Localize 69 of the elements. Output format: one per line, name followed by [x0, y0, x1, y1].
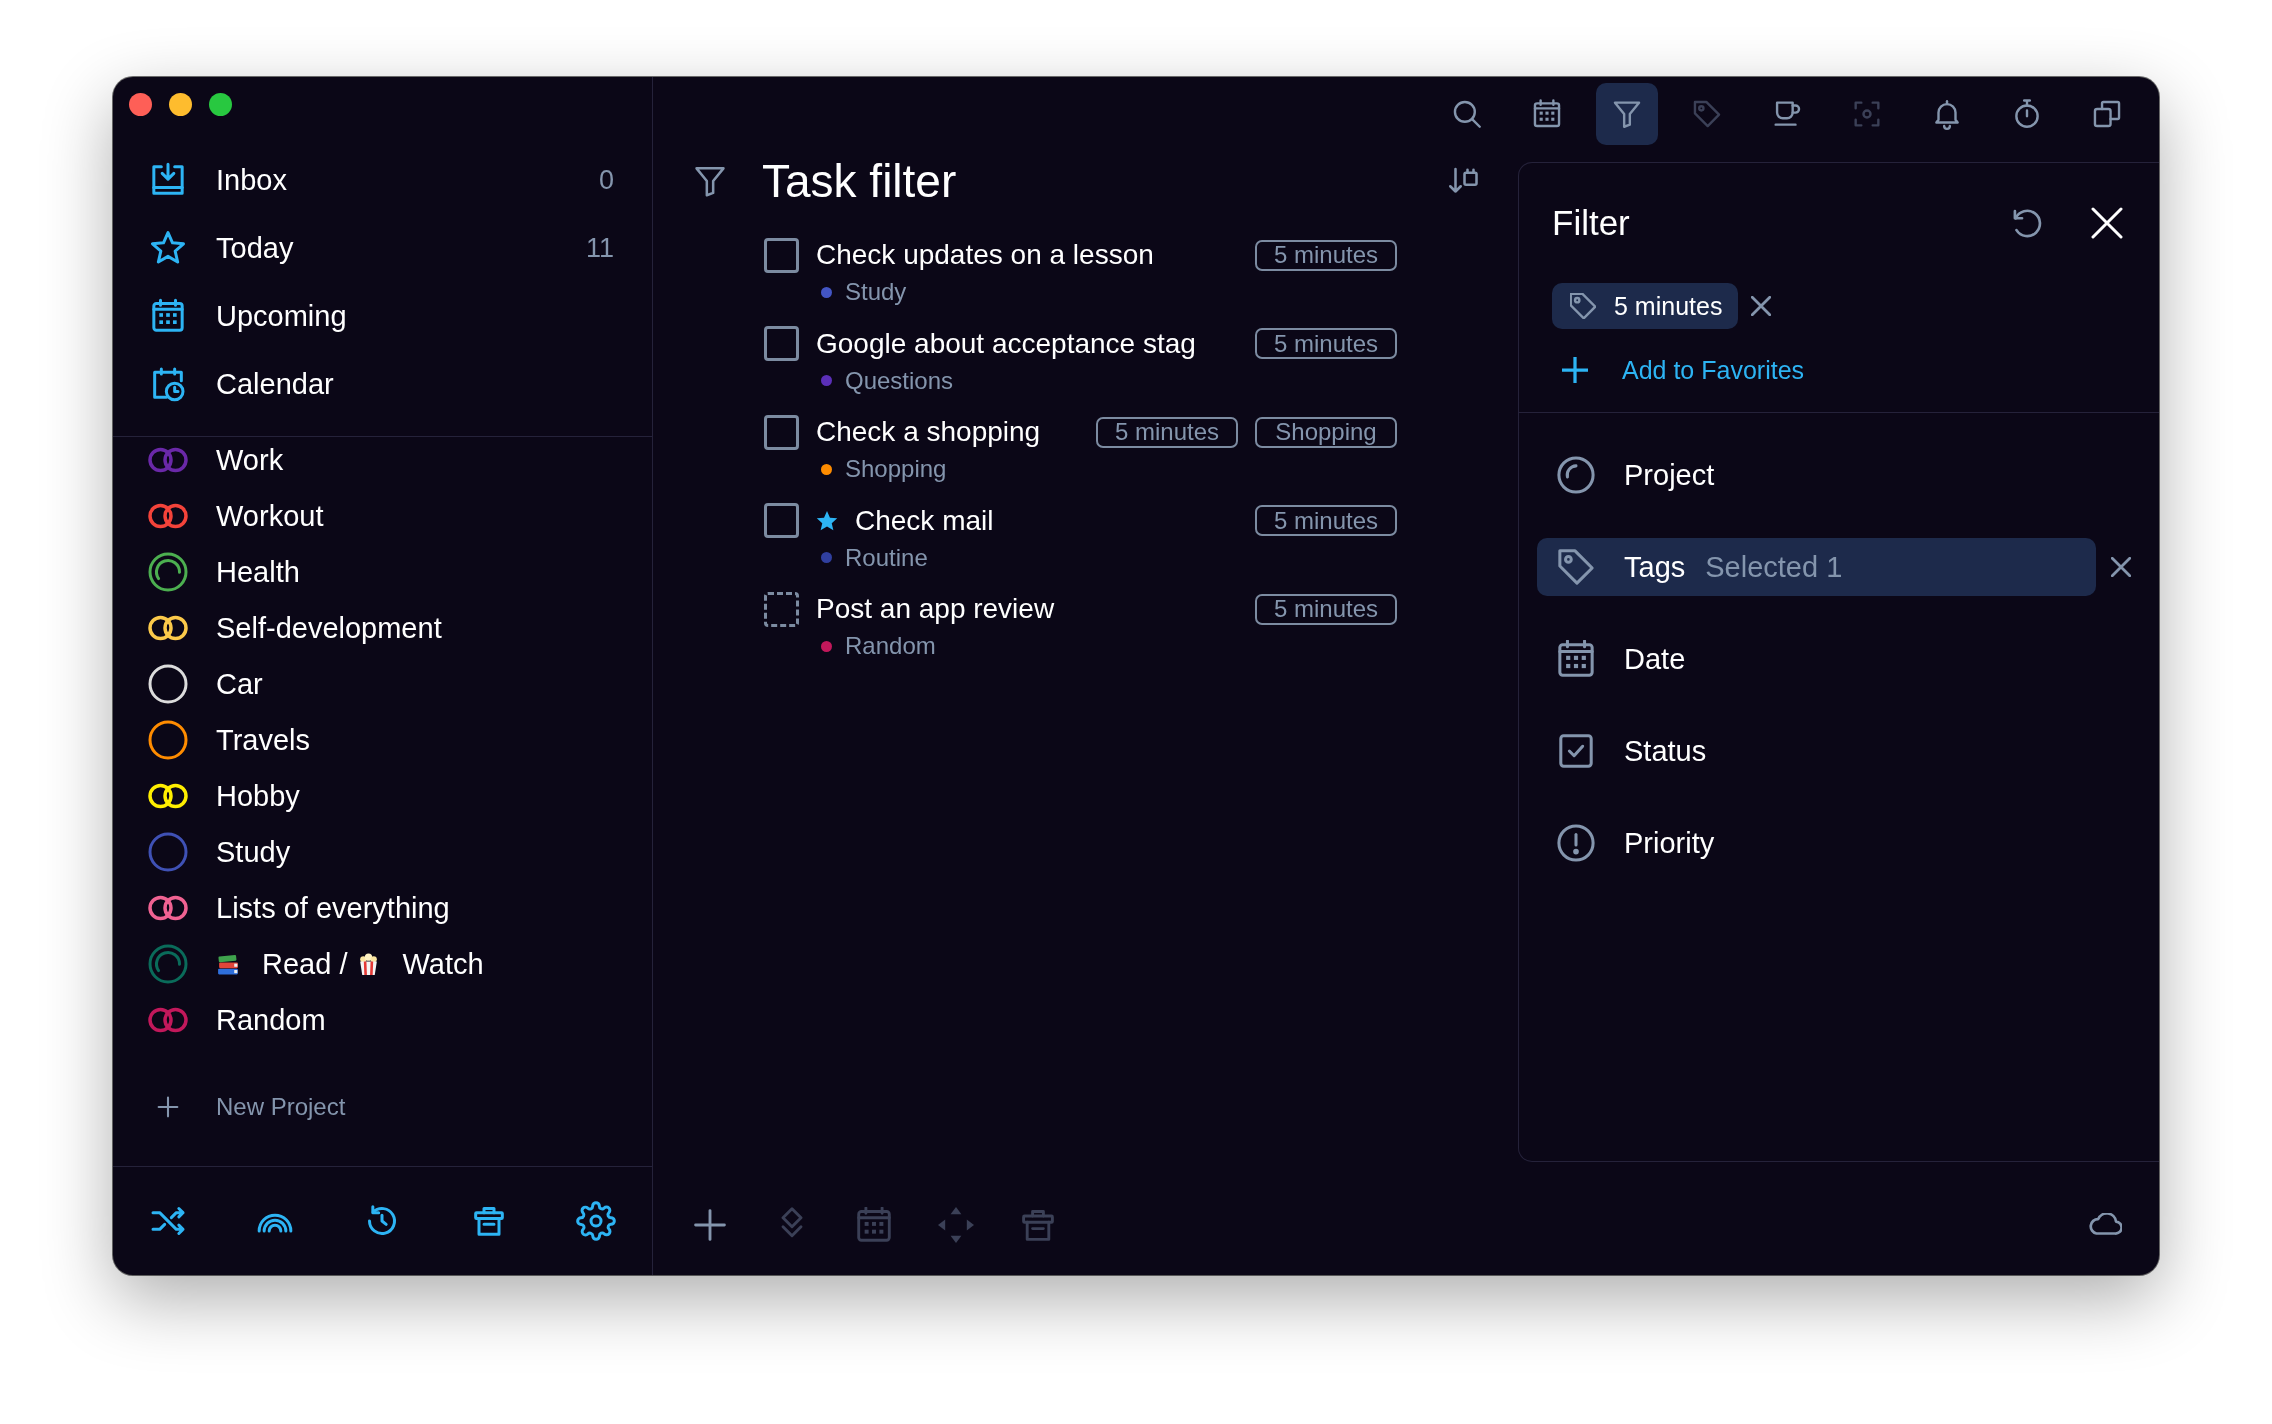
tag-chip: 5 minutes — [1255, 593, 1397, 625]
plus-icon — [1562, 357, 1588, 383]
calendar-icon — [856, 1207, 892, 1243]
plus-button[interactable] — [692, 1207, 728, 1243]
project-name: Shopping — [845, 455, 947, 483]
project-item[interactable]: Study — [148, 832, 614, 872]
calendar-icon — [1557, 640, 1595, 678]
filter-category[interactable]: Project — [1537, 446, 2096, 504]
task-checkbox[interactable] — [764, 326, 799, 361]
project-item[interactable]: Workout — [148, 496, 614, 536]
filter-category[interactable]: Date — [1537, 630, 2096, 688]
exclamation-icon — [1557, 824, 1595, 862]
filter-category[interactable]: Tags Selected 1 — [1537, 538, 2096, 596]
sidebar-item[interactable]: Calendar — [148, 350, 614, 418]
tag-chip: 5 minutes — [1096, 416, 1238, 448]
sidebar-item[interactable]: Today 11 — [148, 214, 614, 282]
filter-category[interactable]: Priority — [1537, 814, 2096, 872]
task-checkbox[interactable] — [764, 503, 799, 538]
project-item[interactable]: Work — [148, 440, 614, 480]
window-close-button[interactable] — [129, 93, 152, 116]
project-name: Random — [845, 632, 936, 660]
clear-icon[interactable] — [2111, 557, 2131, 577]
project-item[interactable]: Random — [148, 1000, 614, 1040]
close-icon[interactable] — [2091, 206, 2123, 239]
project-item[interactable]: Hobby — [148, 776, 614, 816]
project-item[interactable]: Car — [148, 664, 614, 704]
tag-icon — [1570, 293, 1596, 319]
task-title: Check mail — [855, 504, 994, 537]
filter-category[interactable]: Status — [1537, 722, 2096, 780]
sidebar-item[interactable]: Inbox 0 — [148, 146, 614, 214]
progress-ring-icon — [1557, 456, 1595, 494]
task-checkbox[interactable] — [764, 591, 799, 627]
tag-chip: 5 minutes — [1255, 328, 1397, 359]
panel-title: Filter — [1552, 202, 1630, 243]
task-title: Google about acceptance stag — [816, 327, 1196, 360]
project-name: Routine — [845, 543, 928, 572]
project-item[interactable]: Travels — [148, 720, 614, 760]
task-title: Check a shopping — [816, 416, 1041, 448]
checked-box-icon — [1557, 732, 1595, 770]
settings-icon[interactable] — [576, 1201, 616, 1241]
project-item[interactable]: Health — [148, 552, 614, 592]
tag-chip: 5 minutes — [1255, 505, 1397, 536]
remove-icon[interactable] — [1751, 296, 1772, 316]
tag-icon — [1557, 548, 1595, 586]
page-title: Task filter — [762, 155, 957, 207]
new-project-button[interactable]: New Project — [148, 1087, 346, 1127]
window-zoom-button[interactable] — [209, 93, 232, 116]
project-name: Questions — [845, 366, 954, 395]
tag-chip[interactable]: 5 minutes — [1552, 283, 1739, 329]
plus-icon — [692, 1207, 728, 1243]
project-item[interactable]: Read / Watch — [148, 944, 614, 984]
tag-chip: 5 minutes — [1255, 239, 1397, 271]
task-checkbox[interactable] — [764, 414, 799, 450]
filter-button[interactable] — [1596, 83, 1658, 145]
sidebar-item[interactable]: Upcoming — [148, 282, 614, 350]
tag-chip: Shopping — [1255, 416, 1397, 448]
window-minimize-button[interactable] — [169, 93, 192, 116]
task-checkbox[interactable] — [764, 237, 799, 273]
task-title: Post an app review — [816, 593, 1055, 625]
item-count: 11 — [585, 232, 614, 264]
move-arrows-icon — [938, 1207, 974, 1243]
add-to-favorites-link[interactable]: Add to Favorites — [1562, 350, 1805, 390]
project-item[interactable]: Lists of everything — [148, 888, 614, 928]
item-count: 0 — [598, 164, 614, 196]
task-title: Check updates on a lesson — [816, 239, 1154, 271]
project-item[interactable]: Self-development — [148, 608, 614, 648]
trash-icon — [1020, 1207, 1056, 1243]
project-name: Study — [845, 278, 907, 306]
cloud-icon[interactable] — [2088, 1213, 2122, 1237]
